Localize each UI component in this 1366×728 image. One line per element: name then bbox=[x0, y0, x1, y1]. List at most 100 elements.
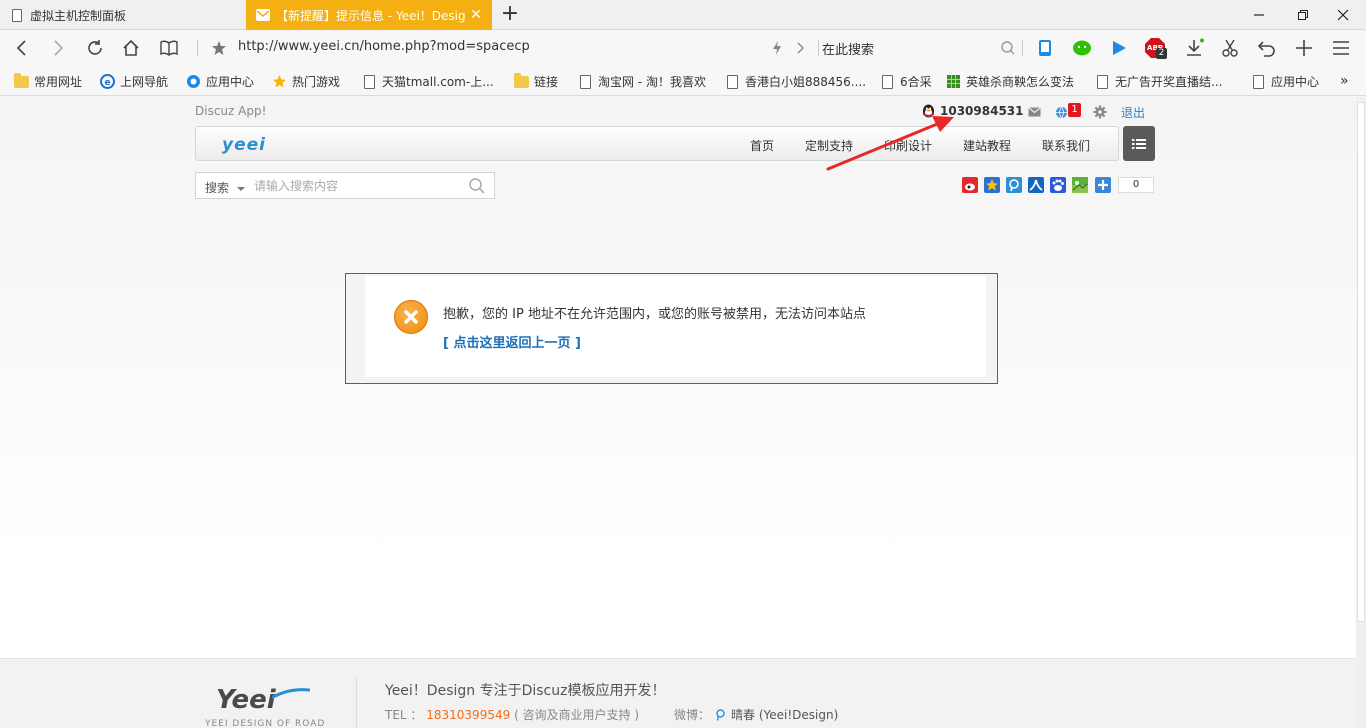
folder-icon bbox=[514, 72, 529, 89]
search-type-select[interactable]: 搜索 bbox=[205, 179, 245, 196]
share-more-icon[interactable] bbox=[1095, 177, 1111, 193]
nav-contact[interactable]: 联系我们 bbox=[1042, 137, 1090, 154]
site-logo[interactable]: yeei bbox=[222, 135, 266, 155]
bookmark-item[interactable]: e 上网导航 bbox=[100, 73, 168, 90]
share-renren-icon[interactable] bbox=[1028, 177, 1044, 193]
share-tencent-icon[interactable] bbox=[1006, 177, 1022, 193]
folder-icon bbox=[14, 72, 29, 89]
annotation-arrow-icon bbox=[826, 116, 954, 171]
tel-number[interactable]: 18310399549 bbox=[426, 708, 510, 722]
bookmark-item[interactable]: 香港白小姐888456.... bbox=[725, 73, 866, 90]
doc-icon bbox=[725, 74, 740, 89]
more-bookmarks-button[interactable]: » bbox=[1340, 73, 1349, 89]
share-kaixin-icon[interactable] bbox=[1072, 177, 1088, 193]
favorite-star-icon[interactable] bbox=[206, 36, 232, 60]
share-baidu-icon[interactable] bbox=[1050, 177, 1066, 193]
menu-icon[interactable] bbox=[1330, 37, 1352, 59]
minimize-button[interactable] bbox=[1236, 0, 1282, 30]
caret-down-icon bbox=[236, 186, 245, 191]
tab-title: 【新提醒】提示信息 - Yeei！Design bbox=[276, 8, 466, 23]
bookmarks-bar: 常用网址 e 上网导航 应用中心 热门游戏 天猫tmall.com-上... 链接… bbox=[0, 66, 1366, 96]
tab-title: 虚拟主机控制面板 bbox=[30, 8, 127, 23]
tab-control-panel[interactable]: 虚拟主机控制面板 bbox=[0, 0, 245, 30]
grid-icon bbox=[946, 75, 961, 89]
footer-tel: TEL ： 18310399549 ( 咨询及商业用户支持 ) bbox=[385, 708, 640, 722]
browser-search-input[interactable]: 在此搜索 bbox=[822, 39, 874, 58]
bookmark-item[interactable]: 热门游戏 bbox=[272, 73, 340, 90]
home-button[interactable] bbox=[118, 36, 144, 60]
list-icon bbox=[1132, 138, 1146, 149]
add-icon[interactable] bbox=[1293, 37, 1315, 59]
bookmark-item[interactable]: 天猫tmall.com-上... bbox=[362, 73, 494, 90]
site-search: 搜索 bbox=[195, 172, 495, 199]
address-bar[interactable]: http://www.yeei.cn/home.php?mod=spacecp bbox=[238, 39, 530, 54]
refresh-button[interactable] bbox=[82, 36, 108, 60]
footer-logo: Yeei bbox=[216, 685, 276, 715]
nav-tutorials[interactable]: 建站教程 bbox=[963, 137, 1011, 154]
close-window-button[interactable] bbox=[1320, 0, 1366, 30]
message-icon[interactable] bbox=[1026, 104, 1042, 120]
footer-weibo: 微博： 晴春 (Yeei!Design) bbox=[674, 706, 839, 723]
footer-logo-sub: YEEI DESIGN OF ROAD bbox=[205, 719, 326, 728]
go-back-link[interactable]: [ 点击这里返回上一页 ] bbox=[443, 332, 581, 351]
bookmark-item[interactable]: 应用中心 bbox=[1251, 73, 1319, 90]
menu-list-button[interactable] bbox=[1123, 126, 1155, 161]
footer: Yeei YEEI DESIGN OF ROAD Yeei！Design 专注于… bbox=[0, 658, 1356, 728]
notice-count-badge: 1 bbox=[1068, 103, 1081, 117]
footer-slogan: Yeei！Design 专注于Discuz模板应用开发！ bbox=[385, 683, 666, 699]
share-qzone-icon[interactable] bbox=[984, 177, 1000, 193]
new-tab-button[interactable]: + bbox=[498, 3, 522, 27]
search-input[interactable] bbox=[254, 178, 459, 194]
notice-globe-icon[interactable] bbox=[1053, 104, 1069, 120]
main-nav: yeei 首页 定制支持 印刷设计 建站教程 联系我们 bbox=[195, 126, 1119, 161]
forward-button[interactable] bbox=[46, 36, 72, 60]
logout-link[interactable]: 退出 bbox=[1121, 104, 1145, 121]
bookmark-item[interactable]: 6合采 bbox=[880, 73, 932, 90]
doc-icon bbox=[1251, 74, 1266, 89]
reader-button[interactable] bbox=[156, 36, 182, 60]
error-message-box: 抱歉，您的 IP 地址不在允许范围内，或您的账号被禁用，无法访问本站点 [ 点击… bbox=[345, 273, 998, 384]
tab-notice[interactable]: 【新提醒】提示信息 - Yeei！Design ✕ bbox=[246, 0, 492, 30]
scrollbar-thumb[interactable] bbox=[1357, 102, 1365, 622]
star-icon bbox=[272, 75, 287, 89]
doc-icon bbox=[1095, 74, 1110, 89]
adblock-count: 2 bbox=[1156, 48, 1167, 59]
browser-toolbar: http://www.yeei.cn/home.php?mod=spacecp … bbox=[0, 31, 1366, 65]
nav-home[interactable]: 首页 bbox=[750, 137, 774, 154]
doc-icon bbox=[880, 74, 895, 89]
search-icon[interactable] bbox=[995, 36, 1021, 60]
swoosh-icon bbox=[272, 688, 310, 699]
ie-icon: e bbox=[100, 74, 115, 89]
tencent-weibo-icon bbox=[716, 709, 725, 721]
page-icon bbox=[10, 8, 24, 22]
share-weibo-icon[interactable] bbox=[962, 177, 978, 193]
wechat-icon[interactable] bbox=[1071, 37, 1093, 59]
chevron-right-icon[interactable] bbox=[788, 36, 814, 60]
tab-bar: 虚拟主机控制面板 【新提醒】提示信息 - Yeei！Design ✕ + bbox=[0, 0, 1366, 30]
weibo-link[interactable]: 晴春 (Yeei!Design) bbox=[731, 706, 838, 723]
share-count: 0 bbox=[1118, 177, 1154, 193]
bookmark-item[interactable]: 英雄杀商鞅怎么变法 bbox=[946, 73, 1074, 90]
close-tab-icon[interactable]: ✕ bbox=[466, 7, 486, 23]
mobile-icon[interactable] bbox=[1034, 37, 1056, 59]
mail-notice-icon bbox=[256, 8, 270, 22]
discuz-app-link[interactable]: Discuz App! bbox=[195, 104, 266, 118]
search-icon[interactable] bbox=[468, 177, 486, 195]
back-button[interactable] bbox=[8, 36, 34, 60]
error-x-icon bbox=[394, 300, 428, 334]
bookmark-item[interactable]: 淘宝网 - 淘！我喜欢 bbox=[578, 73, 706, 90]
bookmark-item[interactable]: 无广告开奖直播结... bbox=[1095, 73, 1222, 90]
download-icon[interactable] bbox=[1183, 37, 1205, 59]
svg-text:e: e bbox=[104, 78, 110, 88]
doc-icon bbox=[362, 74, 377, 89]
bookmark-item[interactable]: 应用中心 bbox=[186, 73, 254, 90]
bookmark-item[interactable]: 常用网址 bbox=[14, 72, 82, 90]
settings-gear-icon[interactable] bbox=[1092, 104, 1108, 120]
lightning-icon[interactable] bbox=[764, 36, 790, 60]
undo-icon[interactable] bbox=[1256, 37, 1278, 59]
scissors-icon[interactable] bbox=[1219, 37, 1241, 59]
error-message-text: 抱歉，您的 IP 地址不在允许范围内，或您的账号被禁用，无法访问本站点 bbox=[443, 307, 866, 322]
bookmark-item[interactable]: 链接 bbox=[514, 72, 558, 90]
video-play-icon[interactable] bbox=[1108, 37, 1130, 59]
error-message-panel: 抱歉，您的 IP 地址不在允许范围内，或您的账号被禁用，无法访问本站点 [ 点击… bbox=[365, 276, 986, 377]
